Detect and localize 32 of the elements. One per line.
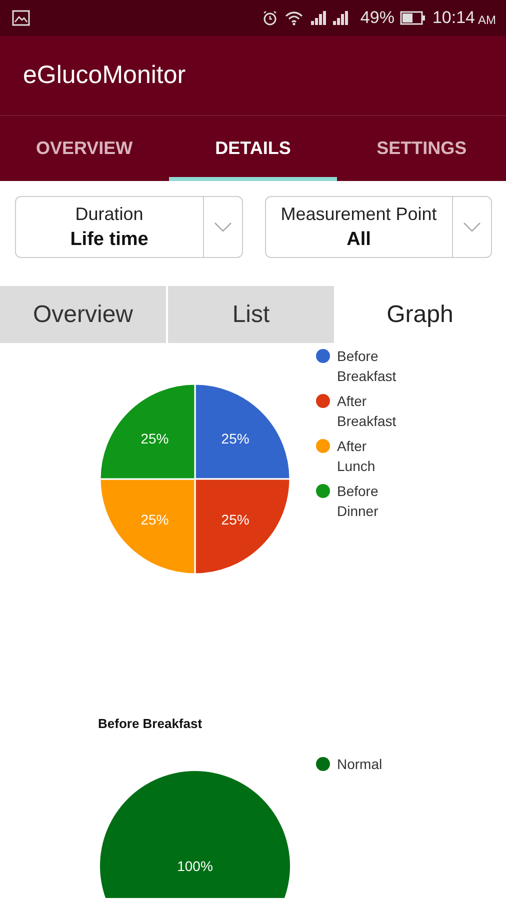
clock-time: 10:14 [432, 8, 475, 28]
slice-label: 25% [140, 511, 169, 528]
dropdown-value: Life time [70, 228, 148, 250]
view-tab[interactable]: List [168, 286, 336, 343]
tab[interactable]: OVERVIEW [0, 116, 169, 181]
legend-label: Before Breakfast [337, 348, 396, 384]
slice-label: 25% [140, 430, 169, 447]
tab[interactable]: DETAILS [168, 116, 338, 181]
dropdown-value: All [346, 228, 371, 250]
view-tab[interactable]: Overview [0, 286, 168, 343]
slice-label: 25% [221, 511, 250, 528]
clock-ampm: AM [478, 13, 496, 27]
legend-label: Normal [337, 756, 382, 772]
slice-label: 100% [177, 858, 213, 874]
dropdown[interactable]: Measurement Point All [264, 196, 492, 258]
alarm-icon [262, 10, 278, 26]
dropdown-label: Duration [75, 204, 144, 224]
battery-percent: 49% [360, 8, 394, 28]
legend-label: After Lunch [337, 438, 376, 474]
picture-icon [12, 10, 30, 26]
chart-title: Before Breakfast [98, 716, 202, 731]
battery-icon [400, 11, 426, 25]
slice-label: 25% [221, 430, 250, 447]
chevron-down-icon [463, 222, 481, 232]
wifi-icon [284, 10, 304, 26]
tab[interactable]: SETTINGS [337, 116, 506, 181]
chevron-down-icon [214, 222, 232, 232]
legend-label: After Breakfast [337, 393, 396, 429]
legend-label: Before Dinner [337, 483, 378, 519]
dropdown-label: Measurement Point [280, 204, 437, 224]
app-title: eGlucoMonitor [23, 61, 186, 90]
dropdown[interactable]: Duration Life time [15, 196, 242, 258]
